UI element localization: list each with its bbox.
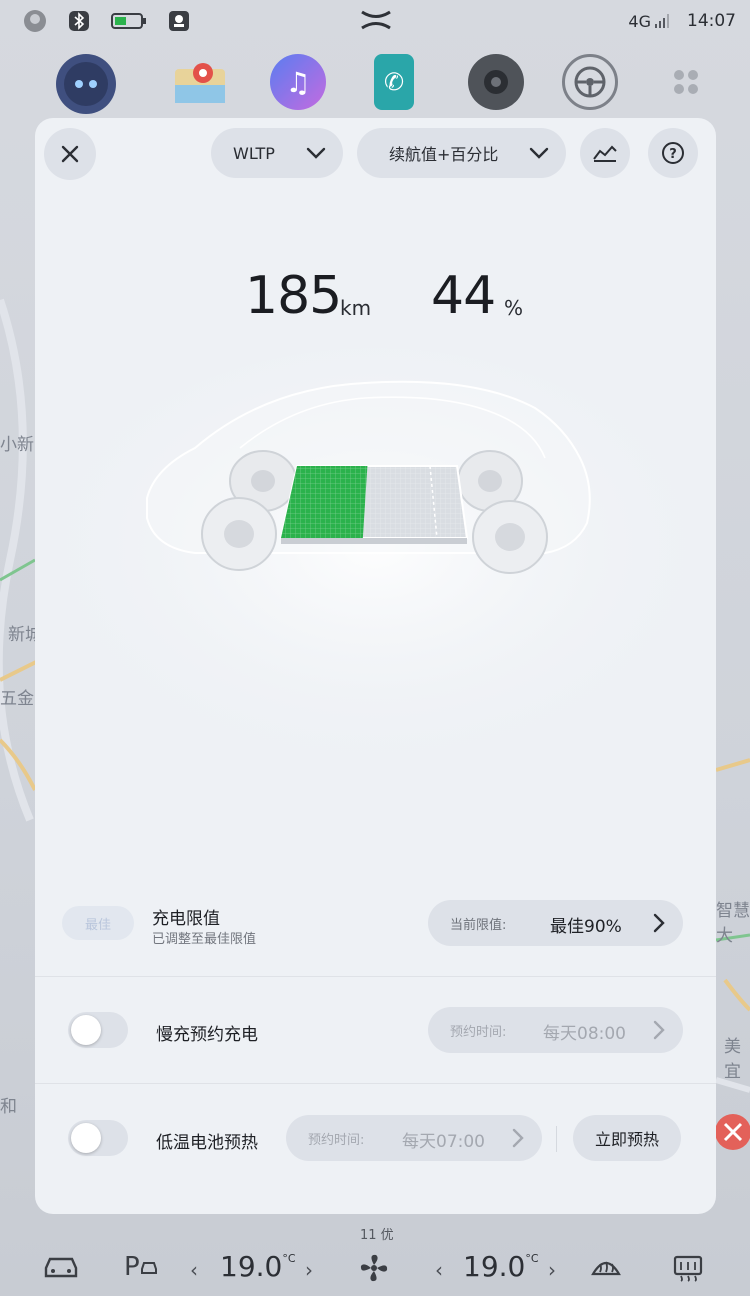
bottom-bar: 11 优 P ‹ 19.0°C › ‹ 19.0°C › <box>0 1220 750 1296</box>
right-temperature: 19.0°C <box>463 1250 539 1283</box>
parking-assist-button[interactable]: P <box>124 1252 158 1282</box>
panel-header: WLTP 续航值+百分比 ? <box>35 118 716 188</box>
steering-wheel-icon[interactable] <box>562 54 618 110</box>
battery-status-icon <box>110 8 148 34</box>
battery-preheat-title: 低温电池预热 <box>156 1133 258 1153</box>
fan-icon[interactable] <box>358 1252 390 1288</box>
standard-dropdown[interactable]: WLTP <box>211 128 343 178</box>
scheduled-charge-time-selector[interactable]: 预约时间: 每天08:00 <box>428 1007 683 1053</box>
preheat-time-selector[interactable]: 预约时间: 每天07:00 <box>286 1115 542 1161</box>
map-label: 智慧大 <box>716 901 750 946</box>
standard-label: WLTP <box>233 143 275 163</box>
divider <box>35 1083 716 1084</box>
car-icon[interactable] <box>42 1254 80 1284</box>
parking-car-icon <box>140 1262 157 1274</box>
preheat-now-button[interactable]: 立即预热 <box>573 1115 681 1161</box>
profile-card-icon <box>166 8 192 34</box>
bluetooth-icon <box>66 8 92 34</box>
scheduled-charge-toggle[interactable] <box>68 1012 128 1048</box>
map-app-icon[interactable] <box>172 54 228 110</box>
status-bar: 4G 14:07 <box>0 0 750 42</box>
charge-limit-subtitle: 已调整至最佳限值 <box>152 932 257 947</box>
app-dock: ♫ ✆ <box>0 48 750 118</box>
more-apps-icon[interactable] <box>660 54 712 110</box>
divider <box>35 976 716 977</box>
map-label: 和 <box>0 1097 17 1117</box>
line-chart-icon <box>593 145 617 162</box>
chevron-right-icon <box>653 1020 665 1040</box>
chevron-right-icon <box>512 1128 524 1148</box>
chart-button[interactable] <box>580 128 630 178</box>
current-limit-value: 最佳90% <box>550 917 622 937</box>
percent-unit: % <box>504 296 524 320</box>
left-temp-up-button[interactable]: › <box>305 1258 313 1282</box>
display-mode-dropdown[interactable]: 续航值+百分比 <box>357 128 566 178</box>
help-button[interactable]: ? <box>648 128 698 178</box>
chevron-right-icon <box>653 913 665 933</box>
chevron-down-icon <box>529 147 549 159</box>
percent-value: 44 <box>431 266 496 326</box>
air-quality: 11 优 <box>360 1228 394 1243</box>
signal-icon <box>655 14 669 28</box>
cellular-signal: 4G <box>628 12 669 31</box>
charge-limit-selector[interactable]: 当前限值: 最佳90% <box>428 900 683 946</box>
range-value: 185 <box>245 266 342 326</box>
left-temp-down-button[interactable]: ‹ <box>190 1258 198 1282</box>
car-battery-visual <box>35 348 716 888</box>
front-defrost-icon[interactable] <box>590 1254 622 1284</box>
range-readout: 185 km 44 % <box>35 256 716 326</box>
preheat-time-label: 预约时间: <box>308 1133 365 1148</box>
help-icon: ? <box>662 142 684 164</box>
rear-defrost-icon[interactable] <box>672 1254 704 1286</box>
clock: 14:07 <box>687 11 736 31</box>
music-app-icon[interactable]: ♫ <box>270 54 326 110</box>
battery-panel: WLTP 续航值+百分比 ? 185 km 44 % 最佳 充电限值 已调整至最… <box>35 118 716 1214</box>
current-limit-label: 当前限值: <box>450 918 507 933</box>
assistant-app-icon[interactable] <box>56 54 116 114</box>
best-limit-chip: 最佳 <box>62 906 134 940</box>
parking-label: P <box>124 1252 140 1282</box>
right-temp-up-button[interactable]: › <box>548 1258 556 1282</box>
charge-limit-title: 充电限值 <box>152 909 220 929</box>
avatar[interactable] <box>22 8 48 34</box>
scheduled-charge-title: 慢充预约充电 <box>156 1025 258 1045</box>
brand-logo-icon <box>359 9 393 35</box>
divider <box>556 1126 557 1152</box>
range-unit: km <box>340 296 372 320</box>
schedule-time-value: 每天08:00 <box>543 1024 626 1044</box>
network-type: 4G <box>628 11 651 31</box>
close-icon <box>61 145 79 163</box>
right-temp-down-button[interactable]: ‹ <box>435 1258 443 1282</box>
svg-text:?: ? <box>669 147 677 162</box>
preheat-time-value: 每天07:00 <box>402 1132 485 1152</box>
schedule-time-label: 预约时间: <box>450 1025 507 1040</box>
map-label: 五金 <box>0 689 34 709</box>
map-label: 美宜 <box>724 1037 741 1082</box>
battery-preheat-toggle[interactable] <box>68 1120 128 1156</box>
phone-app-icon[interactable]: ✆ <box>374 54 414 110</box>
left-temperature: 19.0°C <box>220 1250 296 1283</box>
display-mode-label: 续航值+百分比 <box>389 145 499 164</box>
close-button[interactable] <box>44 128 96 180</box>
chevron-down-icon <box>306 147 326 159</box>
map-label: 小新 <box>0 435 34 455</box>
camera-app-icon[interactable] <box>468 54 524 110</box>
